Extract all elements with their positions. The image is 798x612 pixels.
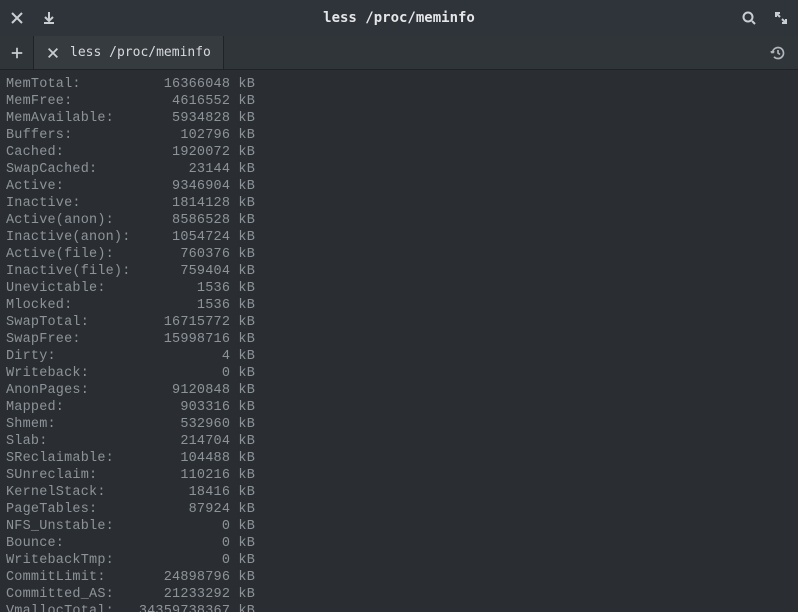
history-icon[interactable] xyxy=(758,36,798,69)
download-icon[interactable] xyxy=(40,9,58,27)
window-titlebar: less /proc/meminfo xyxy=(0,0,798,36)
tab-active[interactable]: less /proc/meminfo xyxy=(34,36,224,69)
close-icon[interactable] xyxy=(8,9,26,27)
window-title: less /proc/meminfo xyxy=(58,10,740,26)
fullscreen-icon[interactable] xyxy=(772,9,790,27)
tab-title: less /proc/meminfo xyxy=(70,45,211,60)
terminal-output[interactable]: MemTotal: 16366048 kB MemFree: 4616552 k… xyxy=(0,70,798,612)
tab-bar: less /proc/meminfo xyxy=(0,36,798,70)
new-tab-button[interactable] xyxy=(0,36,34,69)
tab-close-icon[interactable] xyxy=(46,46,60,60)
search-icon[interactable] xyxy=(740,9,758,27)
